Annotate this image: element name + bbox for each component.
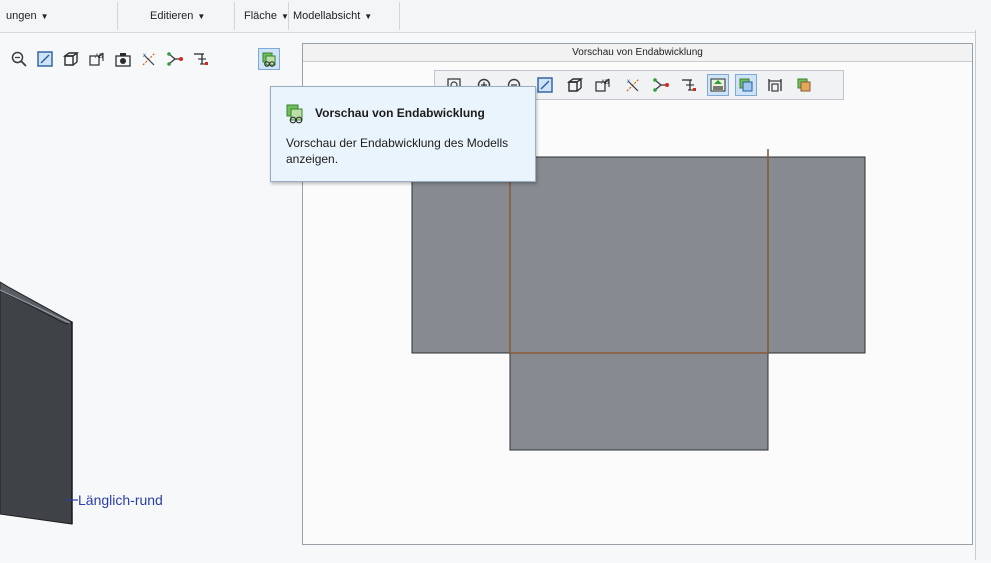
flat-pattern-preview-icon [285,103,307,125]
datum-display-icon[interactable]: x [138,48,160,70]
ribbon-group-bar: ungen ▼ Editieren ▼ Fläche ▼ Modellabsicht ▼ [0,0,991,33]
svg-text:x: x [143,53,146,59]
tooltip-body: Vorschau der Endabwicklung des Modells a… [286,136,509,166]
tooltip-title: Vorschau von Endabwicklung [315,106,485,120]
chevron-down-icon: ▼ [40,12,49,21]
menu-flaeche[interactable]: Fläche ▼ [240,0,293,32]
menu-modellabsicht-label: Modellabsicht [293,10,361,22]
menu-separator [117,2,118,30]
flange-left [411,156,511,354]
flange-right [767,156,866,354]
model-viewport[interactable] [0,76,298,560]
chevron-down-icon: ▼ [364,12,373,21]
menu-modellabsicht[interactable]: Modellabsicht ▼ [289,0,376,32]
menu-ungen-label: ungen [6,10,37,22]
spin-center-icon[interactable] [164,48,186,70]
base-face [509,156,769,354]
zoom-out-icon[interactable] [8,48,30,70]
display-style-icon[interactable] [60,48,82,70]
view-manager-icon[interactable] [112,48,134,70]
menu-separator [399,2,400,30]
model-graphics [0,281,78,525]
flat-pattern-preview-icon[interactable] [258,48,280,70]
tooltip: Vorschau von Endabwicklung Vorschau der … [270,86,536,182]
dimension-label[interactable]: Länglich-rund [78,492,163,508]
menu-editieren-label: Editieren [150,10,194,22]
menu-editieren[interactable]: Editieren ▼ [146,0,209,32]
refit-icon[interactable] [34,48,56,70]
saved-views-icon[interactable]: AB [86,48,108,70]
menu-flaeche-label: Fläche [244,10,278,22]
menu-ungen[interactable]: ungen ▼ [2,0,53,32]
svg-text:AB: AB [95,54,103,60]
chevron-down-icon: ▼ [197,12,206,21]
flange-bottom [509,352,769,451]
menu-separator [234,2,235,30]
annotation-display-icon[interactable] [190,48,212,70]
right-panel-edge [975,30,991,560]
